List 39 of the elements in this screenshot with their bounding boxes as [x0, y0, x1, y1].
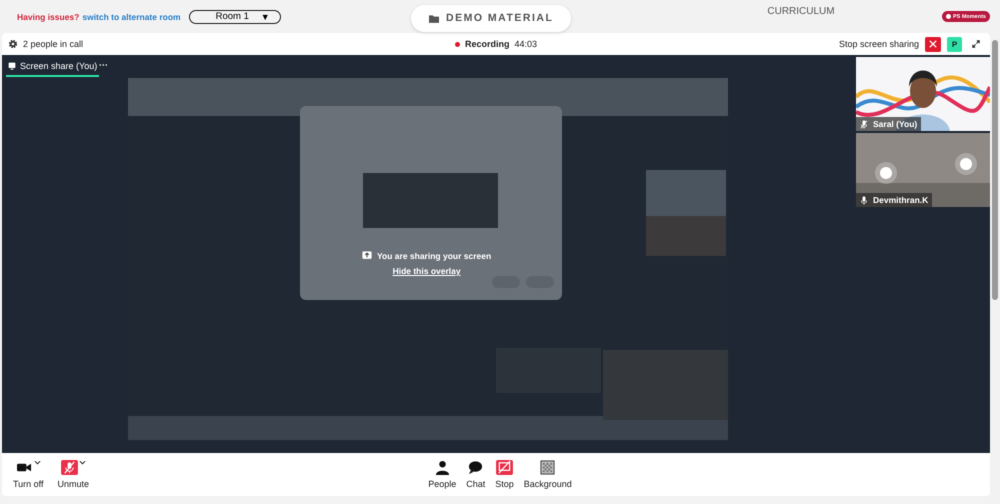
recording-label: Recording — [464, 39, 510, 49]
expand-icon — [972, 40, 980, 48]
participant-name-label: Saral (You) — [856, 117, 922, 131]
folder-icon — [429, 14, 439, 22]
hide-overlay-link[interactable]: Hide this overlay — [392, 266, 461, 276]
caret-icon — [78, 460, 86, 465]
room-select[interactable]: Room 1 ▼ — [188, 10, 281, 24]
chat-bubble-icon — [467, 460, 484, 475]
background-button[interactable]: Background — [520, 460, 575, 489]
muted-mic-icon — [60, 460, 78, 475]
caret-icon — [34, 460, 41, 465]
people-button[interactable]: People — [425, 460, 460, 489]
mic-icon — [860, 196, 868, 204]
alternate-room-link[interactable]: switch to alternate room — [82, 12, 181, 22]
avatar[interactable]: P — [946, 36, 962, 52]
screen-icon — [8, 62, 16, 70]
more-button[interactable]: ··· — [99, 60, 108, 70]
chat-button[interactable]: Chat — [463, 460, 488, 489]
mic-button[interactable]: Unmute — [54, 460, 92, 489]
close-button[interactable] — [924, 36, 941, 52]
participant-count: 2 people in call — [23, 39, 84, 49]
recording-dot — [454, 42, 460, 46]
stop-share-icon — [496, 460, 513, 475]
settings-icon — [8, 39, 18, 49]
muted-mic-icon — [860, 120, 868, 128]
close-icon — [928, 40, 937, 48]
screen-share-tab[interactable]: Screen share (You) — [6, 61, 100, 77]
recording-time: 44:03 — [514, 39, 538, 49]
curriculum-link[interactable]: CURRICULUM — [767, 6, 835, 17]
scrollbar[interactable] — [992, 40, 998, 300]
background-icon — [539, 460, 556, 475]
share-button[interactable]: Stop — [492, 460, 517, 489]
sharing-message: You are sharing your screen — [377, 251, 492, 261]
issue-label: Having issues? — [17, 12, 80, 22]
stop-sharing-label: Stop screen sharing — [838, 39, 919, 49]
camera-button[interactable]: Turn off — [10, 460, 47, 489]
demo-material-button[interactable]: DEMO MATERIAL — [411, 4, 572, 32]
person-icon — [434, 460, 451, 475]
participant-name-label: Devmithran.K — [856, 193, 932, 207]
